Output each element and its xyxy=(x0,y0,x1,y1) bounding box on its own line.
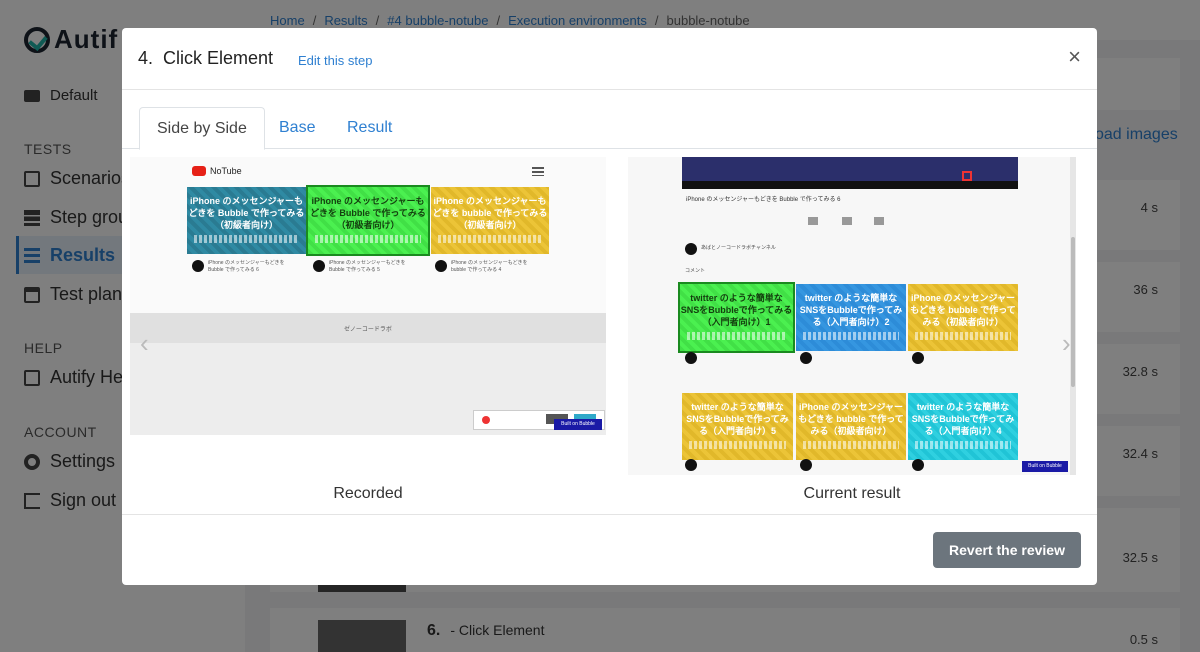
footer-text: ゼノーコードラボ xyxy=(344,327,392,333)
video-card: twitter のような簡単な SNSをBubbleで作ってみる（入門者向け）2 xyxy=(796,284,906,351)
prev-arrow-icon[interactable]: ‹ xyxy=(140,328,149,359)
notube-brand: NoTube xyxy=(210,166,242,176)
play-icon xyxy=(435,260,447,272)
built-on-bubble-badge: Built on Bubble xyxy=(1022,461,1068,472)
video-card-title: twitter のような簡単な SNSをBubbleで作ってみる（入門者向け）1 xyxy=(680,293,793,327)
tab-bar: Side by Side Base Result xyxy=(122,107,1097,150)
video-meta: iPhone のメッセンジャーもどきを Bubble で作ってみる 5 xyxy=(329,260,406,273)
video-card-title: iPhone のメッセンジャーもどきを Bubble で作ってみる（初級者向け） xyxy=(310,196,426,230)
hamburger-menu-icon xyxy=(532,167,544,176)
play-icon xyxy=(912,459,924,471)
tab-result[interactable]: Result xyxy=(330,107,409,149)
play-icon xyxy=(912,352,924,364)
video-card-title: twitter のような簡単な SNSをBubbleで作ってみる（入門者向け）5 xyxy=(686,402,789,436)
current-result-label: Current result xyxy=(803,485,901,502)
recorded-label: Recorded xyxy=(333,485,403,502)
share-icon xyxy=(874,217,884,225)
revert-review-button[interactable]: Revert the review xyxy=(933,532,1081,568)
tab-base[interactable]: Base xyxy=(262,107,332,149)
video-card: iPhone のメッセンジャーもどきを bubble で作ってみる（初級者向け） xyxy=(908,284,1018,351)
player-controls xyxy=(682,181,1018,189)
dislike-icon xyxy=(842,217,852,225)
video-meta: iPhone のメッセンジャーもどきを bubble で作ってみる 4 xyxy=(451,260,528,273)
modal-title: 4. Click Element xyxy=(138,48,274,68)
video-card: twitter のような簡単な SNSをBubbleで作ってみる（入門者向け）4 xyxy=(908,393,1018,460)
tab-side-by-side[interactable]: Side by Side xyxy=(139,107,265,150)
scrollbar[interactable] xyxy=(1070,157,1076,475)
video-card: iPhone のメッセンジャーもどきを bubble で作ってみる（初級者向け） xyxy=(431,187,549,254)
play-icon xyxy=(313,260,325,272)
video-card-title: twitter のような簡単な SNSをBubbleで作ってみる（入門者向け）2 xyxy=(799,293,903,327)
video-title: iPhone のメッセンジャーもどきを Bubble で作ってみる 6 xyxy=(686,197,841,203)
player-button-icon xyxy=(962,171,972,181)
channel-avatar xyxy=(685,243,697,255)
video-card-title: iPhone のメッセンジャーもどきを bubble で作ってみる（初級者向け） xyxy=(798,402,904,436)
video-meta: iPhone のメッセンジャーもどきを Bubble で作ってみる 6 xyxy=(208,260,285,273)
video-card-title: iPhone のメッセンジャーもどきを Bubble で作ってみる（初級者向け） xyxy=(188,196,305,230)
scrollbar-thumb[interactable] xyxy=(1071,237,1075,387)
play-icon xyxy=(800,352,812,364)
channel-name: あばとノーコードラボチャンネル xyxy=(701,245,776,251)
play-icon xyxy=(685,459,697,471)
play-icon xyxy=(685,352,697,364)
close-icon[interactable]: × xyxy=(1068,46,1081,68)
modal-header: 4. Click Element Edit this step × xyxy=(122,28,1097,90)
footer-band: ゼノーコードラボ xyxy=(130,313,606,343)
comments-heading: コメント xyxy=(685,268,706,274)
record-icon xyxy=(482,416,490,424)
play-icon xyxy=(800,459,812,471)
video-card-highlighted: twitter のような簡単な SNSをBubbleで作ってみる（入門者向け）1 xyxy=(678,282,795,353)
notube-logo-icon xyxy=(192,166,206,176)
video-player xyxy=(682,157,1018,189)
recorded-screenshot: NoTube iPhone のメッセンジャーもどきを Bubble で作ってみる… xyxy=(130,157,606,435)
like-icon xyxy=(808,217,818,225)
video-card-title: twitter のような簡単な SNSをBubbleで作ってみる（入門者向け）4 xyxy=(911,402,1015,436)
video-card: iPhone のメッセンジャーもどきを Bubble で作ってみる（初級者向け） xyxy=(187,187,306,254)
video-card-highlighted: iPhone のメッセンジャーもどきを Bubble で作ってみる（初級者向け） xyxy=(306,185,430,256)
next-arrow-icon[interactable]: › xyxy=(1062,328,1071,359)
step-review-modal: 4. Click Element Edit this step × Side b… xyxy=(122,28,1097,585)
video-card-title: iPhone のメッセンジャーもどきを bubble で作ってみる（初級者向け） xyxy=(910,293,1016,327)
video-card: iPhone のメッセンジャーもどきを bubble で作ってみる（初級者向け） xyxy=(796,393,906,460)
current-result-screenshot: iPhone のメッセンジャーもどきを Bubble で作ってみる 6 あばとノ… xyxy=(628,157,1076,475)
notube-header: NoTube xyxy=(130,157,606,185)
modal-footer: Revert the review xyxy=(122,514,1097,585)
built-on-bubble-badge: Built on Bubble xyxy=(554,419,602,430)
edit-step-link[interactable]: Edit this step xyxy=(298,53,372,68)
video-card-title: iPhone のメッセンジャーもどきを bubble で作ってみる（初級者向け） xyxy=(432,196,548,230)
play-icon xyxy=(192,260,204,272)
video-card: twitter のような簡単な SNSをBubbleで作ってみる（入門者向け）5 xyxy=(682,393,793,460)
